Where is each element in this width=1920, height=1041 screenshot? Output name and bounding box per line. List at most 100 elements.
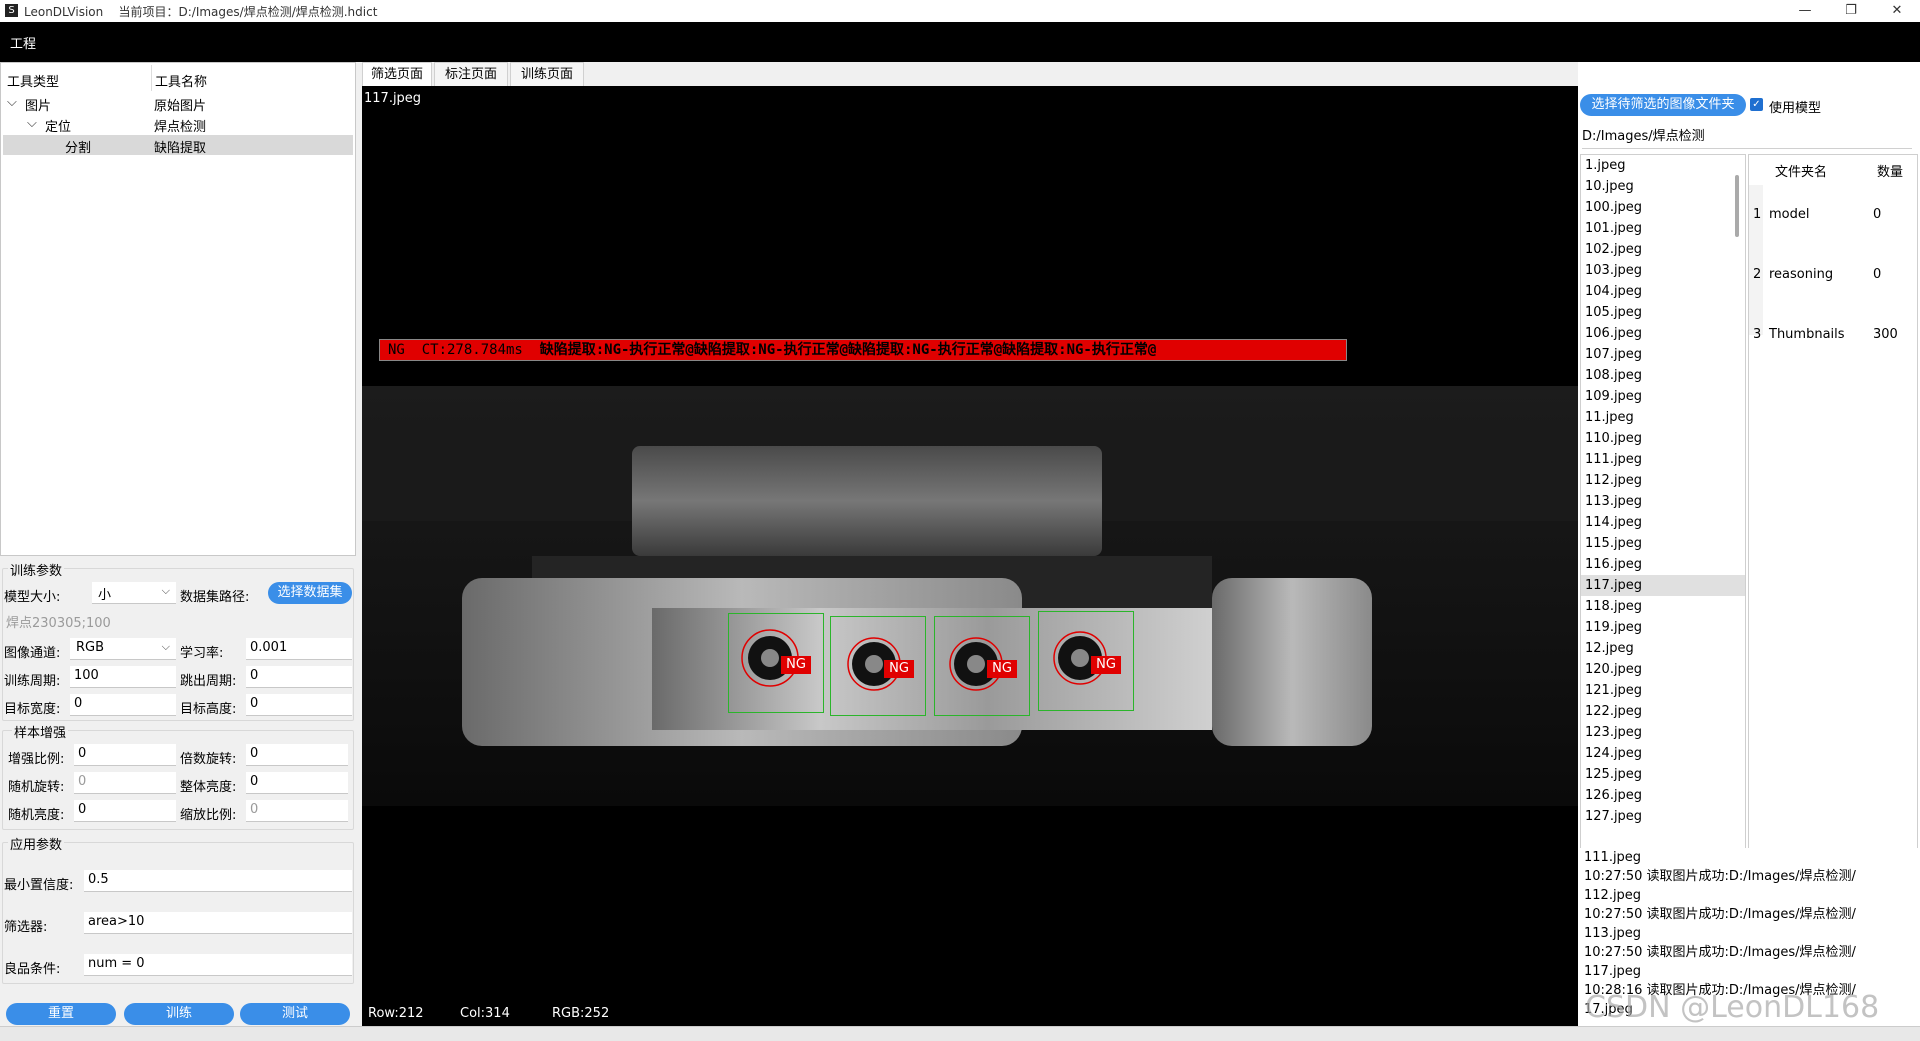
train-button[interactable]: 训练 — [124, 1003, 234, 1025]
file-list-item[interactable]: 10.jpeg — [1581, 176, 1745, 197]
filter-label: 筛选器: — [4, 920, 48, 935]
file-list-item[interactable]: 108.jpeg — [1581, 365, 1745, 386]
file-list-item[interactable]: 115.jpeg — [1581, 533, 1745, 554]
file-list-item[interactable]: 119.jpeg — [1581, 617, 1745, 638]
folder-table: 文件夹名 数量 1 model 0 2 reasoning 0 3 Thumbn… — [1748, 154, 1918, 898]
file-list-item[interactable]: 120.jpeg — [1581, 659, 1745, 680]
augment-title: 样本增强 — [12, 722, 69, 741]
file-list-item[interactable]: 123.jpeg — [1581, 722, 1745, 743]
file-list-item[interactable]: 117.jpeg — [1581, 575, 1745, 596]
app-name: LeonDLVision — [24, 5, 104, 19]
tab-filter[interactable]: 筛选页面 — [362, 62, 432, 86]
skip-epochs-input[interactable]: 0 — [246, 666, 352, 688]
file-list-item[interactable]: 102.jpeg — [1581, 239, 1745, 260]
epochs-label: 训练周期: — [4, 674, 61, 689]
use-model-checkbox[interactable]: ✓ — [1750, 98, 1763, 111]
window-title: LeonDLVision 当前项目：D:/Images/焊点检测/焊点检测.hd… — [24, 3, 377, 20]
file-list-item[interactable]: 124.jpeg — [1581, 743, 1745, 764]
file-list-item[interactable]: 105.jpeg — [1581, 302, 1745, 323]
ng-tag: NG — [884, 660, 914, 678]
minimize-button[interactable]: — — [1782, 0, 1828, 22]
good-cond-input[interactable]: num = 0 — [84, 954, 352, 976]
table-row-index: 1 — [1753, 207, 1762, 222]
scale-input[interactable]: 0 — [246, 800, 348, 822]
file-list[interactable]: 1.jpeg 10.jpeg 100.jpeg 101.jpeg 102.jpeg 103… — [1580, 154, 1746, 898]
filter-input[interactable]: area>10 — [84, 912, 352, 934]
chevron-down-icon[interactable]: ⌵ — [7, 95, 17, 110]
epochs-input[interactable]: 100 — [70, 666, 176, 688]
table-row-name[interactable]: reasoning — [1769, 267, 1833, 282]
file-list-item[interactable]: 12.jpeg — [1581, 638, 1745, 659]
file-list-item[interactable]: 127.jpeg — [1581, 806, 1745, 827]
file-list-item[interactable]: 116.jpeg — [1581, 554, 1745, 575]
scale-label: 缩放比例: — [180, 808, 237, 823]
tree-row-type: 定位 — [45, 120, 72, 135]
model-size-label: 模型大小: — [4, 590, 61, 605]
file-list-item[interactable]: 106.jpeg — [1581, 323, 1745, 344]
file-list-item[interactable]: 125.jpeg — [1581, 764, 1745, 785]
log-line: 112.jpeg — [1584, 888, 1642, 903]
file-list-item[interactable]: 111.jpeg — [1581, 449, 1745, 470]
tree-header-name: 工具名称 — [155, 75, 208, 90]
multi-rot-input[interactable]: 0 — [246, 744, 348, 766]
table-row-name[interactable]: Thumbnails — [1769, 327, 1845, 342]
file-list-item[interactable]: 109.jpeg — [1581, 386, 1745, 407]
aug-ratio-input[interactable]: 0 — [74, 744, 176, 766]
select-folder-button[interactable]: 选择待筛选的图像文件夹 — [1580, 94, 1746, 116]
reset-button[interactable]: 重置 — [6, 1003, 116, 1025]
chevron-down-icon: ⌵ — [161, 584, 170, 597]
file-list-item[interactable]: 114.jpeg — [1581, 512, 1745, 533]
apply-params-title: 应用参数 — [8, 834, 65, 853]
tree-row-segment[interactable]: 分割 缺陷提取 — [3, 135, 353, 156]
target-width-input[interactable]: 0 — [70, 694, 176, 716]
file-list-item[interactable]: 110.jpeg — [1581, 428, 1745, 449]
file-list-item[interactable]: 107.jpeg — [1581, 344, 1745, 365]
file-list-item[interactable]: 11.jpeg — [1581, 407, 1745, 428]
table-row-name[interactable]: model — [1769, 207, 1809, 222]
rand-rot-input[interactable]: 0 — [74, 772, 176, 794]
model-size-select[interactable]: 小 ⌵ — [92, 582, 176, 604]
file-list-item[interactable]: 103.jpeg — [1581, 260, 1745, 281]
min-conf-input[interactable]: 0.5 — [84, 870, 352, 892]
tree-row-name: 焊点检测 — [154, 120, 207, 135]
tab-annotate[interactable]: 标注页面 — [434, 62, 508, 86]
overall-bright-input[interactable]: 0 — [246, 772, 348, 794]
file-list-item[interactable]: 122.jpeg — [1581, 701, 1745, 722]
log-line: 113.jpeg — [1584, 926, 1642, 941]
title-bar: S LeonDLVision 当前项目：D:/Images/焊点检测/焊点检测.… — [0, 0, 1920, 23]
chevron-down-icon[interactable]: ⌵ — [27, 116, 37, 131]
tab-train[interactable]: 训练页面 — [510, 62, 584, 86]
channel-label: 图像通道: — [4, 646, 61, 661]
tree-row-name: 缺陷提取 — [154, 141, 207, 156]
file-list-item[interactable]: 126.jpeg — [1581, 785, 1745, 806]
log-line: 117.jpeg — [1584, 964, 1642, 979]
dataset-value: 焊点230305;100 — [6, 616, 111, 631]
watermark: CSDN @LeonDL168 — [1585, 990, 1880, 1025]
tree-row-image[interactable]: ⌵ 图片 原始图片 — [3, 93, 353, 114]
file-list-item[interactable]: 112.jpeg — [1581, 470, 1745, 491]
rand-bright-input[interactable]: 0 — [74, 800, 176, 822]
image-viewer[interactable]: 117.jpeg NG NG NG NG NG CT:278.784ms 缺陷提… — [362, 86, 1578, 1026]
file-list-item[interactable]: 113.jpeg — [1581, 491, 1745, 512]
select-dataset-button[interactable]: 选择数据集 — [268, 582, 352, 604]
file-list-item[interactable]: 104.jpeg — [1581, 281, 1745, 302]
close-button[interactable]: ✕ — [1874, 0, 1920, 22]
tree-row-locate[interactable]: ⌵ 定位 焊点检测 — [3, 114, 353, 135]
lr-input[interactable]: 0.001 — [246, 638, 352, 660]
file-list-item[interactable]: 118.jpeg — [1581, 596, 1745, 617]
test-button[interactable]: 测试 — [240, 1003, 350, 1025]
file-list-item[interactable]: 1.jpeg — [1581, 155, 1745, 176]
menu-project[interactable]: 工程 — [10, 33, 36, 52]
file-list-item[interactable]: 101.jpeg — [1581, 218, 1745, 239]
inspection-image — [362, 386, 1578, 806]
status-col: Col:314 — [460, 1006, 510, 1021]
maximize-button[interactable]: ❐ — [1828, 0, 1874, 22]
lr-label: 学习率: — [180, 646, 224, 661]
log-line: 111.jpeg — [1584, 850, 1642, 865]
channel-select[interactable]: RGB ⌵ — [70, 638, 176, 660]
file-list-item[interactable]: 100.jpeg — [1581, 197, 1745, 218]
list-scrollbar[interactable] — [1735, 175, 1739, 237]
target-height-input[interactable]: 0 — [246, 694, 352, 716]
multi-rot-label: 倍数旋转: — [180, 752, 237, 767]
file-list-item[interactable]: 121.jpeg — [1581, 680, 1745, 701]
